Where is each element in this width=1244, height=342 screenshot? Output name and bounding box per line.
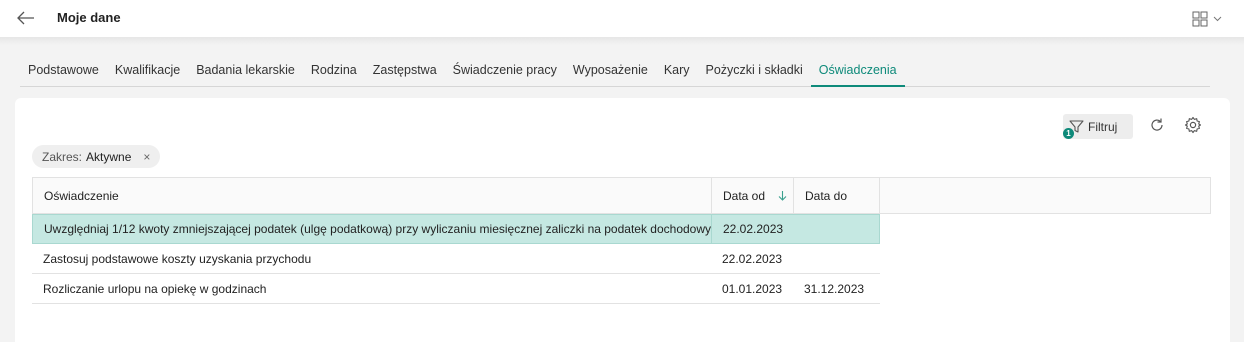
tab-badania-lekarskie[interactable]: Badania lekarskie <box>188 56 303 87</box>
tab-oswiadczenia[interactable]: Oświadczenia <box>810 56 905 87</box>
arrow-left-icon <box>17 11 34 25</box>
tab-swiadczenie-pracy[interactable]: Świadczenie pracy <box>445 56 565 87</box>
top-bar: Moje dane <box>0 0 1244 37</box>
content-card: Filtruj 1 Zakres: Aktywne × Oświadczenie… <box>15 98 1230 342</box>
column-header-filler <box>880 178 1210 213</box>
declarations-table: Oświadczenie Data od Data do Uwzględniaj… <box>32 177 1211 304</box>
tab-kary[interactable]: Kary <box>656 56 698 87</box>
settings-button[interactable] <box>1183 115 1203 135</box>
table-row[interactable]: Rozliczanie urlopu na opiekę w godzinach… <box>32 274 880 304</box>
cell-data-do <box>794 215 879 243</box>
tab-podstawowe[interactable]: Podstawowe <box>20 56 107 87</box>
column-header-oswiadczenie[interactable]: Oświadczenie <box>33 178 712 213</box>
cell-data-od: 22.02.2023 <box>723 222 784 236</box>
grid-layout-icon <box>1192 11 1208 27</box>
chip-value: Aktywne <box>86 149 132 164</box>
cell-data-od: 01.01.2023 <box>722 281 783 296</box>
cell-oswiadczenie: Zastosuj podstawowe koszty uzyskania prz… <box>43 251 312 266</box>
cell-oswiadczenie: Rozliczanie urlopu na opiekę w godzinach <box>43 281 267 296</box>
header-shadow <box>0 37 1244 45</box>
layout-switcher-button[interactable] <box>1192 8 1232 30</box>
filter-button[interactable]: Filtruj 1 <box>1063 114 1133 139</box>
cell-data-od: 22.02.2023 <box>722 251 783 266</box>
refresh-icon <box>1151 118 1163 131</box>
column-header-data-do[interactable]: Data do <box>794 178 880 213</box>
tab-zastepstwa[interactable]: Zastępstwa <box>365 56 445 87</box>
chip-remove-icon[interactable]: × <box>143 150 150 164</box>
back-button[interactable] <box>14 7 38 29</box>
gear-icon <box>1184 116 1202 134</box>
tab-wyposazenie[interactable]: Wyposażenie <box>565 56 656 87</box>
tab-rodzina[interactable]: Rodzina <box>303 56 365 87</box>
cell-oswiadczenie: Uwzględniaj 1/12 kwoty zmniejszającej po… <box>33 215 712 243</box>
chip-key: Zakres: <box>42 149 83 164</box>
page-title: Moje dane <box>57 10 121 25</box>
filter-count-badge: 1 <box>1063 128 1074 139</box>
column-header-data-od[interactable]: Data od <box>712 178 794 213</box>
chevron-down-icon <box>1213 16 1222 22</box>
column-header-label: Data od <box>723 188 766 203</box>
table-row[interactable]: Uwzględniaj 1/12 kwoty zmniejszającej po… <box>32 214 880 244</box>
table-row[interactable]: Zastosuj podstawowe koszty uzyskania prz… <box>32 244 880 274</box>
table-header: Oświadczenie Data od Data do <box>32 177 1211 214</box>
tab-bar: Podstawowe Kwalifikacje Badania lekarski… <box>20 56 1210 87</box>
refresh-button[interactable] <box>1148 116 1166 134</box>
cell-data-do: 31.12.2023 <box>804 281 865 296</box>
tab-pozyczki-i-skladki[interactable]: Pożyczki i składki <box>698 56 811 87</box>
scope-filter-chip: Zakres: Aktywne × <box>32 145 161 168</box>
filter-label: Filtruj <box>1088 119 1118 134</box>
cell-data-do <box>793 244 879 273</box>
sort-descending-icon <box>778 191 787 201</box>
tab-kwalifikacje[interactable]: Kwalifikacje <box>107 56 188 87</box>
